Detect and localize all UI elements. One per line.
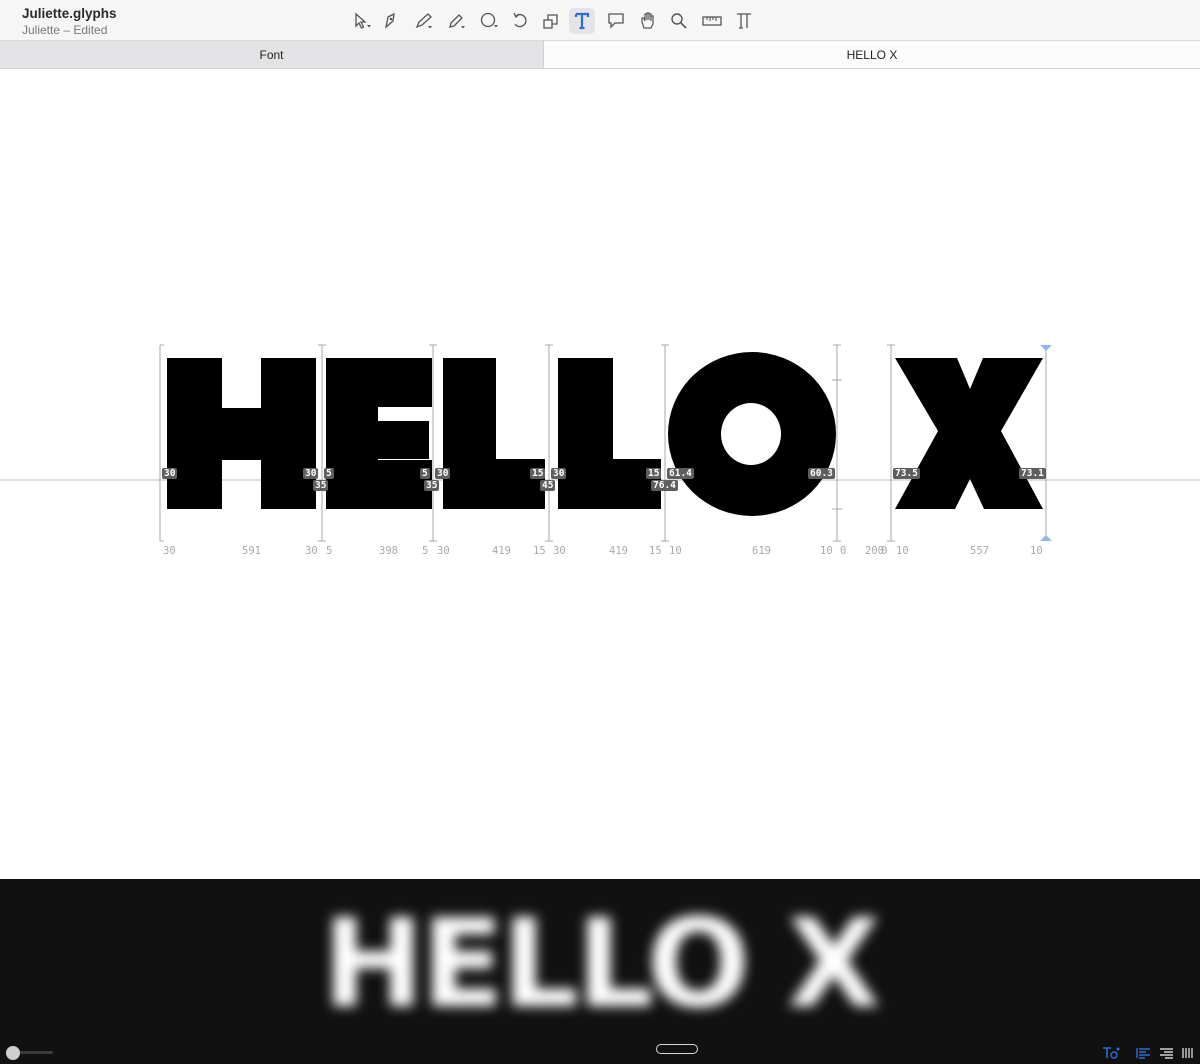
glyph-e [326,358,432,509]
kern-badge: 30 [162,468,178,479]
kern-badge: 73.1 [1019,468,1046,479]
metric-width: 398 [379,545,398,557]
kern-badge: 5 [420,468,430,479]
scale-tool-icon[interactable] [538,8,564,34]
preview-size-slider-knob[interactable] [6,1046,20,1060]
tab-bar: Font HELLO X [0,41,1200,69]
metric-rsb: 5 [422,545,429,557]
glyph-l-1 [443,358,545,509]
metric-lsb: 30 [553,545,566,557]
metric-width: 591 [242,545,261,557]
metric-lsb: 30 [437,545,450,557]
kern-badge: 61.4 [667,468,694,479]
metric-lsb: 10 [896,545,909,557]
kern-badge: 15 [646,468,662,479]
glyph-x [895,358,1043,509]
kern-badge: 5 [324,468,334,479]
preview-panel: HELLO X [0,879,1200,1064]
zoom-tool-icon[interactable] [666,8,692,34]
metric-width: 419 [492,545,511,557]
select-tool-icon[interactable] [349,8,375,34]
metric-rsb: 15 [649,545,662,557]
align-left-icon[interactable] [1136,1046,1151,1060]
text-preview-icon[interactable] [1102,1046,1120,1060]
hand-tool-icon[interactable] [635,8,661,34]
type-tool-icon[interactable] [731,8,757,34]
text-tool-icon[interactable] [569,8,595,34]
metric-lsb: 30 [163,545,176,557]
selection-handle-top [1040,345,1052,351]
metric-rsb: 10 [1030,545,1043,557]
tab-hello-x[interactable]: HELLO X [544,41,1200,68]
kern-badge: 30 [303,468,319,479]
metric-rsb: 30 [305,545,318,557]
comment-tool-icon[interactable] [603,8,629,34]
edit-canvas[interactable]: 30 30 35 5 5 35 30 15 45 30 15 76.4 61.4… [0,69,1200,879]
metric-lsb: 0 [840,545,847,557]
kern-badge: 45 [540,480,556,491]
pencil-tool-icon[interactable] [444,8,470,34]
toolbar [0,8,1200,34]
draw-tool-icon[interactable] [411,8,437,34]
vertical-layout-icon[interactable] [1181,1046,1195,1060]
glyph-o [668,352,836,516]
kern-badge: 30 [435,468,451,479]
measure-tool-icon[interactable] [699,8,725,34]
preview-text: HELLO X [322,893,881,1035]
preview-resize-handle[interactable] [656,1044,698,1054]
metric-width: 557 [970,545,989,557]
metric-rsb: 0 [881,545,888,557]
rotate-tool-icon[interactable] [507,8,533,34]
shape-tool-icon[interactable] [476,8,502,34]
metric-lsb: 10 [669,545,682,557]
kern-badge: 15 [530,468,546,479]
selection-handle-bottom [1040,535,1052,541]
metric-rsb: 15 [533,545,546,557]
kern-badge: 73.5 [893,468,920,479]
metric-width: 419 [609,545,628,557]
metric-rsb: 10 [820,545,833,557]
tab-font[interactable]: Font [0,41,544,68]
metric-width: 619 [752,545,771,557]
kern-badge: 76.4 [651,480,678,491]
kern-badge: 35 [313,480,329,491]
kern-badge: 30 [551,468,567,479]
kern-badge: 60.3 [808,468,835,479]
metric-lsb: 5 [326,545,333,557]
glyph-l-2 [558,358,661,509]
glyph-h [167,358,316,509]
align-right-icon[interactable] [1159,1046,1174,1060]
kern-badge: 35 [424,480,440,491]
title-bar: Juliette.glyphs Juliette – Edited [0,0,1200,41]
annotate-tool-icon[interactable] [377,8,403,34]
